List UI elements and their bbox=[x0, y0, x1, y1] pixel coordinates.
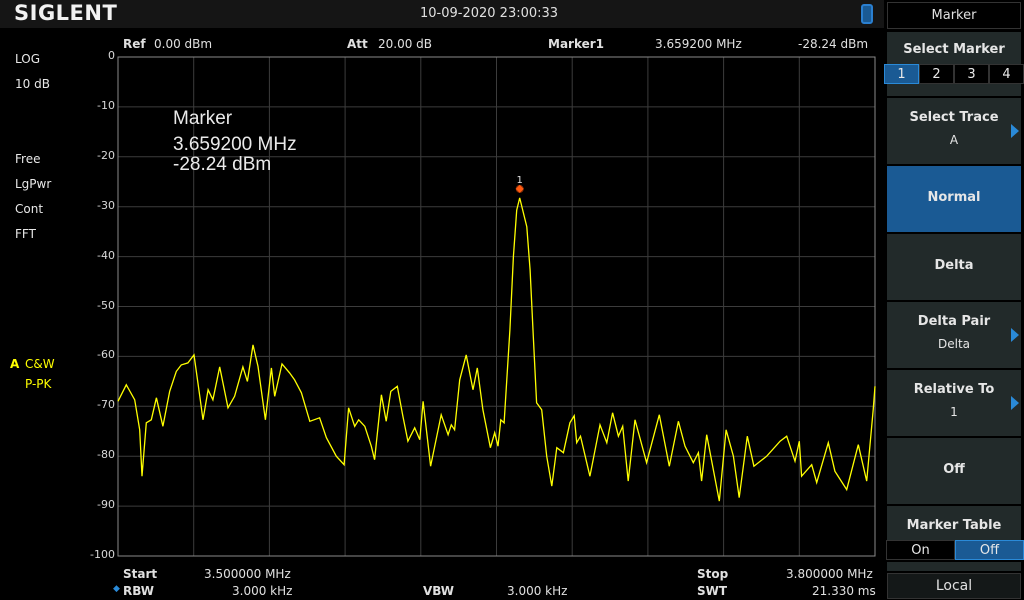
softkey-panel: Marker Select Marker 1 2 3 4 Select Trac… bbox=[884, 0, 1024, 600]
start-value[interactable]: 3.500000 MHz bbox=[204, 567, 291, 581]
rbw-indicator-icon: ◆ bbox=[113, 584, 120, 594]
submenu-arrow-icon bbox=[1011, 396, 1019, 410]
relative-to-value: 1 bbox=[950, 405, 958, 419]
local-button[interactable]: Local bbox=[887, 573, 1021, 599]
marker-option-4[interactable]: 4 bbox=[989, 64, 1024, 84]
vbw-value[interactable]: 3.000 kHz bbox=[507, 584, 567, 598]
marker-option-3[interactable]: 3 bbox=[954, 64, 989, 84]
stop-value[interactable]: 3.800000 MHz bbox=[786, 567, 873, 581]
swt-value[interactable]: 21.330 ms bbox=[812, 584, 876, 598]
select-trace-button[interactable]: Select Trace A bbox=[887, 98, 1021, 164]
off-label: Off bbox=[943, 462, 965, 477]
delta-pair-label: Delta Pair bbox=[917, 314, 991, 329]
marker-option-1[interactable]: 1 bbox=[884, 64, 919, 84]
panel-title: Marker bbox=[887, 2, 1021, 29]
off-button[interactable]: Off bbox=[887, 438, 1021, 504]
marker-table-label: Marker Table bbox=[906, 518, 1002, 533]
delta-pair-value: Delta bbox=[937, 337, 970, 351]
normal-button[interactable]: Normal bbox=[887, 166, 1021, 232]
stop-label: Stop bbox=[697, 567, 729, 581]
start-label: Start bbox=[123, 567, 158, 581]
submenu-arrow-icon bbox=[1011, 124, 1019, 138]
select-marker-label: Select Marker bbox=[903, 42, 1005, 57]
marker-readout: Marker 3.659200 MHz -28.24 dBm bbox=[173, 106, 297, 178]
marker-readout-title: Marker bbox=[173, 108, 233, 129]
panel-title-text: Marker bbox=[931, 8, 977, 23]
select-trace-value: A bbox=[949, 133, 959, 147]
submenu-arrow-icon bbox=[1011, 328, 1019, 342]
relative-to-button[interactable]: Relative To 1 bbox=[887, 370, 1021, 436]
select-marker-options: 1 2 3 4 bbox=[884, 64, 1024, 84]
delta-button[interactable]: Delta bbox=[887, 234, 1021, 300]
marker-table-toggle: On Off bbox=[886, 540, 1024, 560]
rbw-label: RBW bbox=[123, 584, 154, 598]
spectrum-plot[interactable]: 1 bbox=[0, 0, 1024, 600]
rbw-value[interactable]: 3.000 kHz bbox=[232, 584, 292, 598]
delta-pair-button[interactable]: Delta Pair Delta bbox=[887, 302, 1021, 368]
blank-softkey bbox=[887, 562, 1021, 571]
normal-label: Normal bbox=[927, 190, 981, 205]
marker-1-label: 1 bbox=[517, 175, 523, 186]
swt-label: SWT bbox=[697, 584, 728, 598]
delta-label: Delta bbox=[934, 258, 974, 273]
marker-table-on[interactable]: On bbox=[886, 540, 955, 560]
vbw-label: VBW bbox=[423, 584, 455, 598]
relative-to-label: Relative To bbox=[913, 382, 995, 397]
marker-option-2[interactable]: 2 bbox=[919, 64, 954, 84]
local-label: Local bbox=[935, 578, 973, 594]
marker-table-off[interactable]: Off bbox=[955, 540, 1024, 560]
select-trace-label: Select Trace bbox=[909, 110, 999, 125]
